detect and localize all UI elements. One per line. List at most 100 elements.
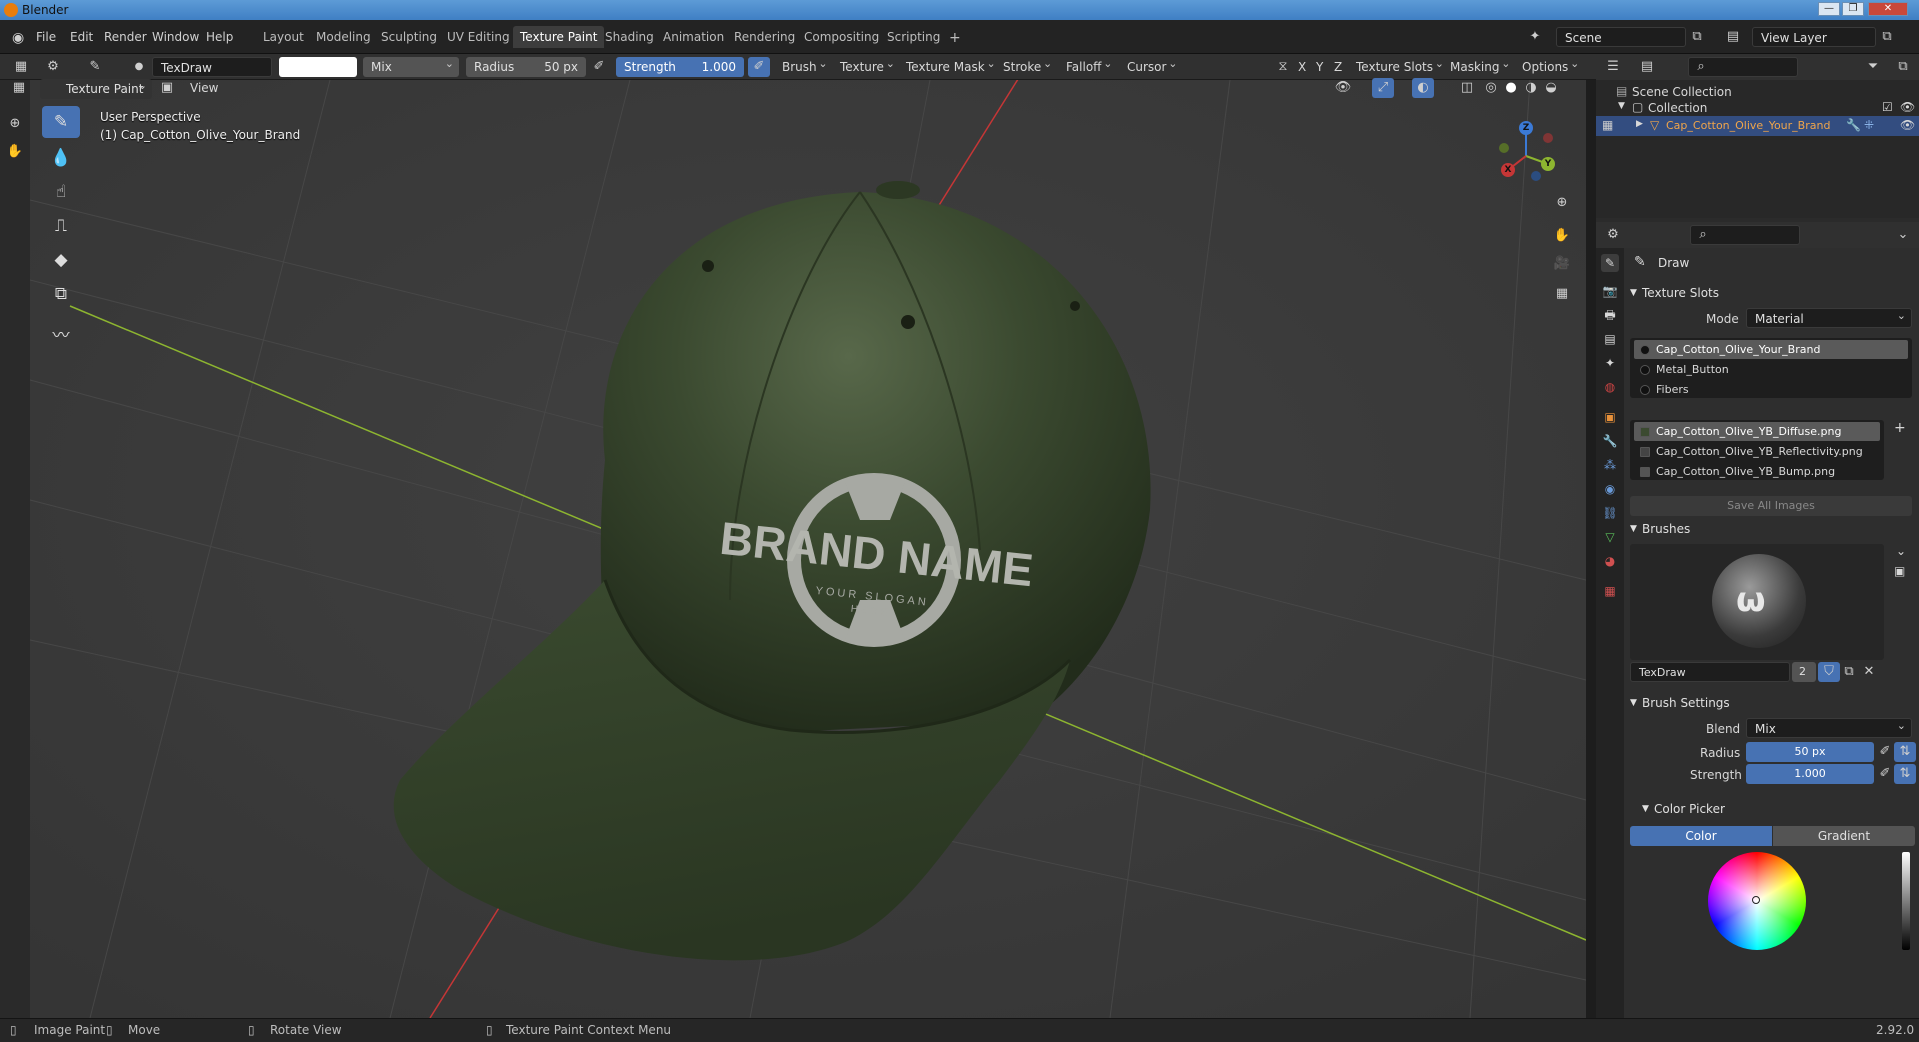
gradient-tab[interactable]: Gradient	[1773, 826, 1915, 846]
tab-compositing[interactable]: Compositing	[797, 26, 886, 48]
3d-viewport[interactable]: BRAND NAME YOUR SLOGAN HERE User Perspec…	[30, 80, 1586, 1018]
grid-toggle-icon[interactable]: ▦	[1551, 284, 1573, 304]
view-layer-icon[interactable]: ▤	[1722, 27, 1744, 47]
list-item-image[interactable]: Cap_Cotton_Olive_YB_Bump.png	[1634, 462, 1880, 481]
tab-modifier-icon[interactable]: 🔧	[1601, 432, 1619, 450]
menu-render[interactable]: Render	[98, 28, 153, 46]
menu-window[interactable]: Window	[146, 28, 205, 46]
menu-texture[interactable]: Texture	[840, 57, 900, 74]
tab-constraints-icon[interactable]: ⛓	[1601, 504, 1619, 522]
brush-dropdown-icon[interactable]: ⌄	[1896, 544, 1906, 558]
fill-tool[interactable]: ◆	[42, 244, 80, 276]
tab-material-icon[interactable]: ◕	[1601, 552, 1619, 570]
tab-modeling[interactable]: Modeling	[309, 26, 378, 48]
brush-image-icon[interactable]: ▣	[1894, 564, 1905, 578]
radius-slider[interactable]: Radius 50 px	[466, 57, 586, 77]
color-wheel[interactable]	[1708, 852, 1806, 950]
gizmo-x[interactable]: X	[1501, 163, 1515, 177]
color-tab[interactable]: Color	[1630, 826, 1772, 846]
strength-pressure-icon[interactable]: ✐	[748, 57, 770, 77]
value-slider[interactable]	[1902, 852, 1910, 950]
tab-layout[interactable]: Layout	[256, 26, 311, 48]
color-picker-title[interactable]: Color Picker	[1654, 802, 1725, 816]
gizmo-y[interactable]: Y	[1541, 157, 1555, 171]
save-all-images-button[interactable]: Save All Images	[1630, 496, 1912, 516]
mask-mode-icon[interactable]: ▣	[156, 78, 178, 98]
add-workspace-icon[interactable]: +	[942, 26, 968, 50]
duplicate-brush-icon[interactable]: ⧉	[1838, 662, 1860, 682]
collection-eye-icon[interactable]: 👁	[1900, 100, 1915, 114]
menu-edit[interactable]: Edit	[64, 28, 99, 46]
list-item-image[interactable]: Cap_Cotton_Olive_YB_Diffuse.png	[1634, 422, 1880, 441]
brushes-collapse-icon[interactable]: ▼	[1630, 524, 1637, 534]
clone-tool[interactable]: ⎍	[42, 210, 80, 242]
texture-mode-dropdown[interactable]: Material	[1746, 308, 1912, 328]
outliner-editor-icon[interactable]: ☰	[1602, 57, 1624, 77]
camera-icon[interactable]: 🎥	[1551, 254, 1573, 274]
tab-shading[interactable]: Shading	[598, 26, 661, 48]
annotate-tool[interactable]: 〰	[42, 320, 80, 352]
viewport-editor-icon[interactable]: ▦	[8, 78, 30, 98]
properties-editor-icon[interactable]: ⚙	[1602, 225, 1624, 245]
object-eye-icon[interactable]: 👁	[1900, 118, 1915, 132]
view-layer-field[interactable]: View Layer	[1752, 27, 1876, 47]
new-view-layer-icon[interactable]: ⧉	[1876, 27, 1898, 47]
editor-type-icon[interactable]: ▦	[10, 57, 32, 77]
object-name-label[interactable]: Cap_Cotton_Olive_Your_Brand	[1666, 119, 1830, 132]
solid-shading-icon[interactable]: ●	[1500, 78, 1522, 98]
color-wheel-cursor-icon[interactable]	[1752, 896, 1760, 904]
soften-tool[interactable]: 💧	[42, 142, 80, 174]
list-item-image[interactable]: Cap_Cotton_Olive_YB_Reflectivity.png	[1634, 442, 1880, 461]
radius-pressure-icon[interactable]: ✐	[588, 57, 610, 77]
radius-unit-icon[interactable]: ⇅	[1894, 742, 1916, 762]
tab-particles-icon[interactable]: ⁂	[1601, 456, 1619, 474]
menu-stroke[interactable]: Stroke	[1003, 57, 1057, 74]
tool-settings-icon[interactable]: ⚙	[42, 57, 64, 77]
scene-collection-label[interactable]: Scene Collection	[1632, 85, 1732, 99]
list-item-material[interactable]: Cap_Cotton_Olive_Your_Brand	[1634, 340, 1908, 359]
menu-texture-slots[interactable]: Texture Slots	[1356, 57, 1449, 74]
tab-world-icon[interactable]: ◍	[1601, 378, 1619, 396]
mode-dropdown[interactable]: Texture Paint	[40, 79, 152, 99]
expand-object-icon[interactable]: ▶	[1636, 119, 1643, 129]
smear-tool[interactable]: ☝	[42, 176, 80, 208]
tab-uv-editing[interactable]: UV Editing	[440, 26, 517, 48]
unlink-brush-icon[interactable]: ✕	[1858, 662, 1880, 682]
brush-blend-dropdown[interactable]: Mix	[1746, 718, 1912, 738]
axis-x-toggle[interactable]: X	[1298, 60, 1306, 74]
menu-masking[interactable]: Masking	[1450, 57, 1515, 74]
mask-tool[interactable]: ⧉	[42, 278, 80, 310]
wireframe-shading-icon[interactable]: ◎	[1480, 78, 1502, 98]
pan-hand-icon[interactable]: ✋	[1551, 226, 1573, 246]
paint-mode-icon[interactable]: ▦	[1602, 118, 1613, 132]
brush-color-swatch[interactable]	[279, 57, 357, 77]
radius-prop-slider[interactable]: 50 px	[1746, 742, 1874, 762]
menu-view[interactable]: View	[190, 81, 218, 95]
brush-icon[interactable]: ✎	[84, 57, 106, 77]
brush-datablock-name[interactable]: TexDraw	[1630, 662, 1790, 682]
color-picker-collapse-icon[interactable]: ▼	[1642, 804, 1649, 814]
tab-tool-icon[interactable]: ✎	[1601, 254, 1619, 272]
view-zoom-icon[interactable]: ⊕	[4, 114, 26, 134]
menu-cursor[interactable]: Cursor	[1127, 57, 1182, 74]
tab-render-icon[interactable]: 📷	[1601, 282, 1619, 300]
render-shading-icon[interactable]: ◒	[1540, 78, 1562, 98]
menu-texture-mask[interactable]: Texture Mask	[906, 57, 1001, 74]
collection-label[interactable]: Collection	[1648, 101, 1707, 115]
new-scene-icon[interactable]: ⧉	[1686, 27, 1708, 47]
strength-prop-slider[interactable]: 1.000	[1746, 764, 1874, 784]
filter-icon[interactable]: ⏷	[1862, 57, 1884, 77]
menu-options[interactable]: Options	[1522, 57, 1584, 74]
scene-icon[interactable]: ✦	[1524, 27, 1546, 47]
strength-prop-pressure-icon[interactable]: ✐	[1874, 764, 1896, 784]
expand-collection-icon[interactable]: ▼	[1618, 101, 1625, 111]
blender-menu-icon[interactable]: ◉	[6, 28, 30, 48]
tab-scripting[interactable]: Scripting	[880, 26, 947, 48]
overlay-toggle-icon[interactable]: ◐	[1412, 78, 1434, 98]
outliner-row-object[interactable]: ▦ ▶ ▽ Cap_Cotton_Olive_Your_Brand 🔧 ⁜ 👁	[1596, 116, 1919, 136]
draw-tool[interactable]: ✎	[42, 106, 80, 138]
menu-file[interactable]: File	[30, 28, 62, 46]
visibility-icon[interactable]: 👁	[1332, 78, 1354, 98]
tab-physics-icon[interactable]: ◉	[1601, 480, 1619, 498]
fake-user-icon[interactable]: ⛉	[1818, 662, 1840, 682]
